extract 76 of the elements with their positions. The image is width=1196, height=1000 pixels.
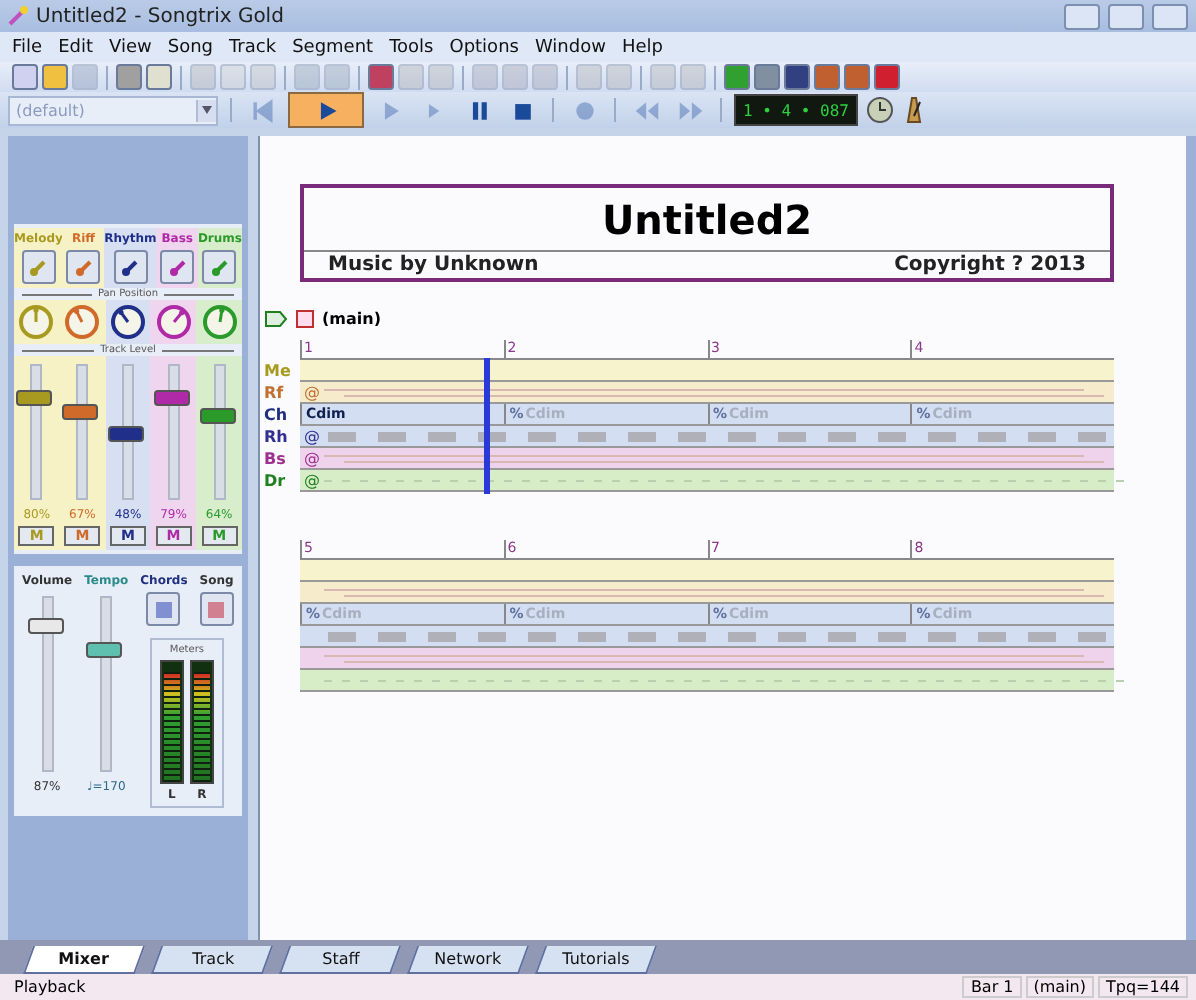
- maximize-button[interactable]: [1108, 3, 1144, 29]
- menu-item[interactable]: Help: [613, 37, 671, 57]
- section-marker-icon: [296, 310, 314, 328]
- status-cell: Bar 1: [962, 976, 1022, 998]
- clock-icon[interactable]: [866, 96, 894, 124]
- tempo-thumb[interactable]: [86, 641, 123, 658]
- toolbar-icon[interactable]: [116, 64, 142, 90]
- chord-chart-icon: [153, 599, 174, 619]
- fader-thumb[interactable]: [107, 426, 144, 443]
- composer-text: Music by Unknown: [328, 254, 539, 276]
- start-mark: @: [304, 426, 320, 448]
- start-mark: @: [304, 470, 320, 492]
- menu-item[interactable]: Window: [526, 37, 614, 57]
- position-counter: 1 • 4 • 087: [734, 94, 858, 126]
- tab[interactable]: Mixer: [22, 946, 146, 974]
- toolbar-icon[interactable]: [754, 64, 780, 90]
- section-name: (main): [322, 310, 381, 328]
- rewind-icon: [633, 97, 659, 123]
- status-cell: Tpq=144: [1097, 976, 1188, 998]
- menu-item[interactable]: File: [4, 37, 51, 57]
- wand-icon: [8, 6, 28, 26]
- toolbar-icon[interactable]: [42, 64, 68, 90]
- menu-item[interactable]: Segment: [284, 37, 382, 57]
- status-text: Playback: [12, 978, 88, 996]
- volume-thumb[interactable]: [27, 618, 64, 635]
- menu-item[interactable]: Track: [221, 37, 285, 57]
- menu-item[interactable]: Tools: [381, 37, 442, 57]
- tab[interactable]: Staff: [278, 946, 402, 974]
- toolbar-icon[interactable]: [724, 64, 750, 90]
- start-mark: @: [304, 382, 320, 404]
- toolbar-icon[interactable]: [368, 64, 394, 90]
- track-label: Ch: [264, 404, 290, 426]
- minimize-button[interactable]: [1064, 3, 1100, 29]
- menu-item[interactable]: Edit: [50, 37, 101, 57]
- play-button[interactable]: [288, 92, 364, 128]
- start-mark: @: [304, 448, 320, 470]
- instrument-icon[interactable]: [160, 250, 195, 284]
- track-label: Bs: [264, 448, 288, 470]
- toolbar-icon[interactable]: [146, 64, 172, 90]
- track-label: Dr: [264, 470, 288, 492]
- fader-thumb[interactable]: [153, 390, 190, 407]
- metronome-icon[interactable]: [902, 96, 926, 124]
- toolbar-icon[interactable]: [784, 64, 810, 90]
- start-icon: [249, 97, 275, 123]
- toolbar-icon[interactable]: [814, 64, 840, 90]
- song-title: Untitled2: [304, 188, 1110, 252]
- track-label: Rf: [264, 382, 286, 404]
- menu-item[interactable]: Options: [441, 37, 527, 57]
- instrument-icon[interactable]: [113, 250, 148, 284]
- song-button[interactable]: [199, 592, 234, 626]
- fader-thumb[interactable]: [199, 407, 236, 424]
- copyright-text: Copyright ? 2013: [894, 254, 1086, 276]
- tab[interactable]: Tutorials: [534, 946, 658, 974]
- menu-item[interactable]: Song: [159, 37, 221, 57]
- tab[interactable]: Network: [406, 946, 530, 974]
- fader-thumb[interactable]: [62, 404, 99, 421]
- toolbar-icon[interactable]: [844, 64, 870, 90]
- window-title: Untitled2 - Songtrix Gold: [36, 5, 286, 27]
- pan-knob[interactable]: [109, 304, 146, 340]
- record-icon: [571, 97, 597, 123]
- fader-thumb[interactable]: [16, 389, 53, 406]
- pan-knob[interactable]: [155, 304, 192, 340]
- menu-item[interactable]: View: [101, 37, 160, 57]
- tab[interactable]: Track: [150, 946, 274, 974]
- forward-icon: [677, 97, 703, 123]
- dropdown-caret-icon: [202, 106, 212, 114]
- track-label: Rh: [264, 426, 290, 448]
- song-sheet-icon: [206, 599, 227, 619]
- toolbar-icon[interactable]: [12, 64, 38, 90]
- toolbar-icon[interactable]: [874, 64, 900, 90]
- chords-button[interactable]: [146, 592, 181, 626]
- playhead[interactable]: [483, 358, 490, 494]
- status-cell: (main): [1025, 976, 1094, 998]
- track-label: Me: [264, 360, 293, 382]
- chord-marker-icon: [264, 310, 288, 328]
- close-button[interactable]: [1152, 3, 1188, 29]
